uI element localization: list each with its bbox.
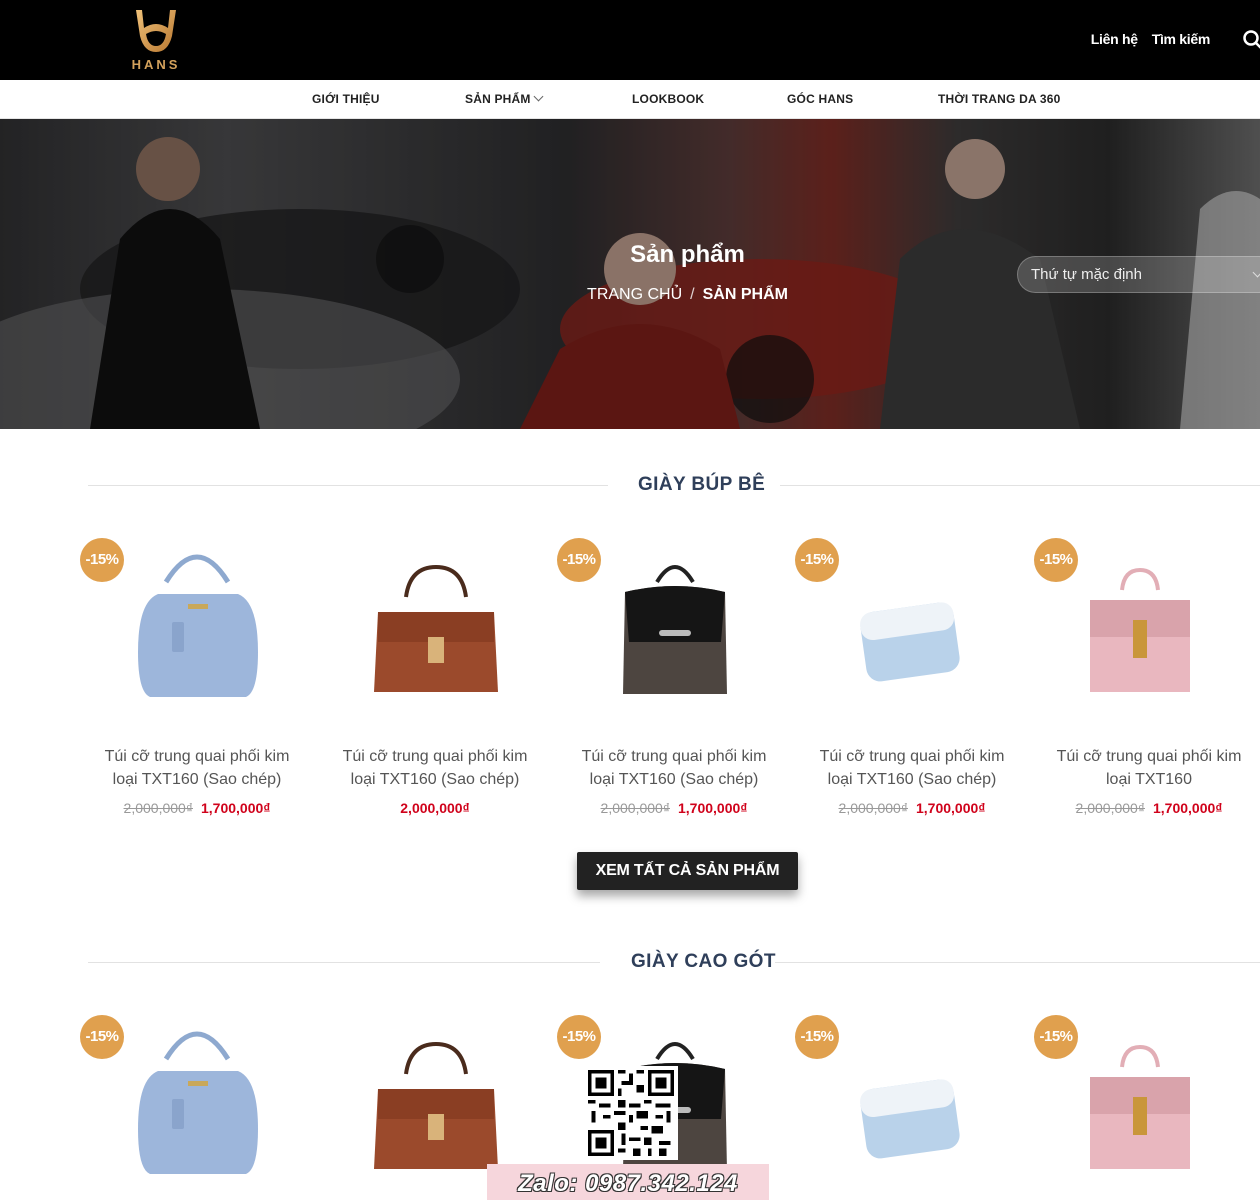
divider	[88, 962, 600, 963]
divider	[780, 485, 1260, 486]
product-price: 2,000,000₫ 1,700,000₫	[793, 800, 1031, 816]
top-links: Liên hệ Tìm kiếm	[1091, 31, 1211, 47]
discount-badge: -15%	[795, 1015, 839, 1059]
product-price: 2,000,000₫ 1,700,000₫	[1030, 800, 1260, 816]
zalo-contact-banner[interactable]: Zalo: 0987.342.124	[487, 1164, 769, 1200]
nav-label: GIỚI THIỆU	[312, 92, 380, 106]
nav-label: GÓC HANS	[787, 92, 854, 106]
discount-badge: -15%	[1034, 1015, 1078, 1059]
product-name-line: loại TXT160 (Sao chép)	[589, 771, 759, 788]
breadcrumb-current: SẢN PHẨM	[702, 286, 788, 303]
product-name[interactable]: Túi cỡ trung quai phối kim loại TXT160 (S…	[78, 745, 316, 791]
product-name-line: loại TXT160	[1106, 771, 1192, 788]
nav-item-goc-hans[interactable]: GÓC HANS	[787, 92, 853, 106]
product-name[interactable]: Túi cỡ trung quai phối kim loại TXT160 (S…	[555, 745, 793, 791]
nav-label: THỜI TRANG DA 360	[938, 92, 1061, 106]
search-link[interactable]: Tìm kiếm	[1152, 31, 1211, 47]
search-icon[interactable]	[1242, 29, 1260, 51]
main-nav: GIỚI THIỆU SẢN PHẨM LOOKBOOK GÓC HANS TH…	[0, 80, 1260, 119]
section-title: GIÀY CAO GÓT	[631, 951, 776, 972]
sort-select-value: Thứ tự mặc định	[1031, 266, 1142, 283]
section-heading: GIÀY CAO GÓT	[0, 947, 1260, 977]
nav-label: SẢN PHẨM	[465, 92, 531, 106]
sale-price: 2,000,000₫	[400, 800, 470, 816]
chevron-down-icon	[533, 91, 544, 102]
breadcrumb-home[interactable]: TRANG CHỦ	[587, 286, 682, 303]
product-name-line: loại TXT160 (Sao chép)	[350, 771, 520, 788]
discount-badge: -15%	[557, 538, 601, 582]
product-name[interactable]: Túi cỡ trung quai phối kim loại TXT160 (S…	[793, 745, 1031, 791]
product-price: 2,000,000₫ 1,700,000₫	[78, 800, 316, 816]
product-name-line: Túi cỡ trung quai phối kim	[1056, 748, 1242, 765]
product-image-brown-handbag[interactable]	[316, 1019, 554, 1179]
sale-price: 1,700,000₫	[201, 800, 271, 816]
hans-logo-icon	[136, 10, 176, 52]
discount-badge: -15%	[80, 538, 124, 582]
nav-item-products[interactable]: SẢN PHẨM	[465, 91, 544, 106]
section-title: GIÀY BÚP BÊ	[638, 474, 766, 495]
discount-badge: -15%	[1034, 538, 1078, 582]
sale-price: 1,700,000₫	[1153, 800, 1223, 816]
nav-item-thoi-trang[interactable]: THỜI TRANG DA 360	[938, 92, 1061, 106]
product-name-line: Túi cỡ trung quai phối kim	[819, 748, 1005, 765]
hans-logo[interactable]: HANS	[128, 6, 184, 74]
product-price: 2,000,000₫	[316, 800, 554, 816]
sale-price: 1,700,000₫	[916, 800, 986, 816]
section-heading: GIÀY BÚP BÊ	[0, 470, 1260, 500]
divider	[775, 962, 1260, 963]
product-name-line: Túi cỡ trung quai phối kim	[581, 748, 767, 765]
product-name[interactable]: Túi cỡ trung quai phối kim loại TXT160	[1030, 745, 1260, 791]
contact-link[interactable]: Liên hệ	[1091, 31, 1138, 47]
old-price: 2,000,000₫	[123, 800, 193, 816]
nav-label: LOOKBOOK	[632, 92, 705, 106]
product-name-line: Túi cỡ trung quai phối kim	[104, 748, 290, 765]
product-price: 2,000,000₫ 1,700,000₫	[555, 800, 793, 816]
product-name-line: Túi cỡ trung quai phối kim	[342, 748, 528, 765]
chevron-down-icon	[1252, 267, 1260, 278]
view-all-products-button[interactable]: XEM TẤT CẢ SẢN PHẨM	[577, 852, 798, 890]
breadcrumb-separator: /	[690, 286, 695, 303]
sort-select[interactable]: Thứ tự mặc định	[1017, 256, 1260, 293]
discount-badge: -15%	[557, 1015, 601, 1059]
logo-text: HANS	[131, 57, 181, 72]
discount-badge: -15%	[795, 538, 839, 582]
product-name-line: loại TXT160 (Sao chép)	[827, 771, 997, 788]
nav-item-about[interactable]: GIỚI THIỆU	[312, 92, 380, 106]
old-price: 2,000,000₫	[1075, 800, 1145, 816]
product-name-line: loại TXT160 (Sao chép)	[112, 771, 282, 788]
old-price: 2,000,000₫	[600, 800, 670, 816]
qr-code-icon[interactable]	[584, 1066, 678, 1160]
old-price: 2,000,000₫	[838, 800, 908, 816]
product-name[interactable]: Túi cỡ trung quai phối kim loại TXT160 (S…	[316, 745, 554, 791]
discount-badge: -15%	[80, 1015, 124, 1059]
hero-banner: Sản phẩm TRANG CHỦ / SẢN PHẨM Thứ tự mặc đ…	[0, 119, 1260, 429]
divider	[88, 485, 608, 486]
top-header: HANS Liên hệ Tìm kiếm	[0, 0, 1260, 80]
sale-price: 1,700,000₫	[678, 800, 748, 816]
product-image-brown-handbag[interactable]	[316, 542, 554, 702]
nav-item-lookbook[interactable]: LOOKBOOK	[632, 92, 704, 106]
